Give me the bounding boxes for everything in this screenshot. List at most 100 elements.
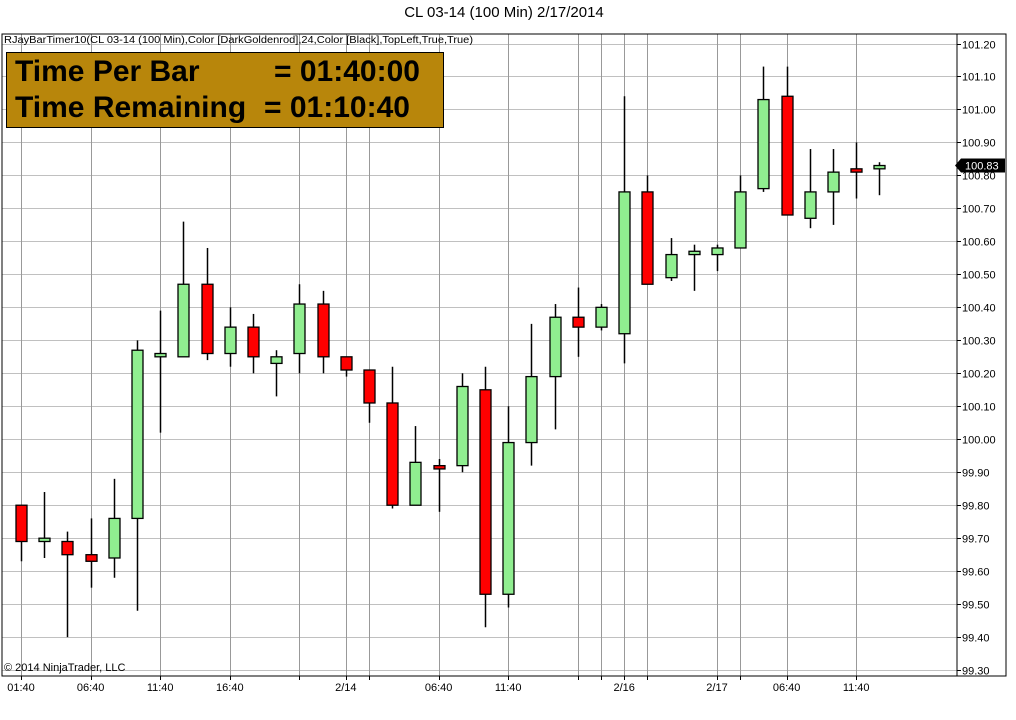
chart-window: CL 03-14 (100 Min) 2/17/2014 101.20 101.1… [0,0,1016,720]
candle-body-up [502,441,515,595]
candle-body-up [595,306,608,328]
time-tick-label: 11:40 [147,682,174,694]
candle[interactable] [201,247,214,361]
price-tick-label: 100.20 [962,369,996,381]
candle[interactable] [317,290,330,374]
candle[interactable] [363,369,376,423]
candle[interactable] [711,244,724,272]
candle-body-down [340,356,353,371]
candle-body-down [61,540,74,556]
candle-body-down [850,168,863,173]
candle-body-up [108,517,121,559]
price-tick-label: 99.90 [962,468,990,480]
candle-body-up [177,283,190,358]
candle-body-down [85,554,98,562]
candle[interactable] [386,366,399,509]
copyright-text: © 2014 NinjaTrader, LLC [4,662,125,674]
time-tick-label: 2/17 [706,682,727,694]
candle[interactable] [293,284,306,374]
price-tick-label: 99.30 [962,666,990,678]
candle[interactable] [873,162,886,196]
time-tick-label: 16:40 [216,682,244,694]
time-per-bar-label: Time Per Bar [15,55,200,88]
price-tick-label: 99.70 [962,534,990,546]
candle[interactable] [502,406,515,608]
candle[interactable] [456,373,469,473]
candle[interactable] [525,323,538,466]
time-tick-label: 06:40 [773,682,801,694]
candle-body-down [572,316,585,328]
price-tick-label: 100.30 [962,336,996,348]
price-tick-label: 99.80 [962,501,990,513]
price-tick-label: 100.40 [962,303,996,315]
candle[interactable] [61,531,74,638]
candle[interactable] [479,366,492,628]
candle-body-up [827,171,840,193]
candle[interactable] [734,175,747,249]
time-tick-label: 11:40 [843,682,870,694]
time-tick-label: 2/16 [613,682,634,694]
candle[interactable] [108,478,121,578]
price-axis[interactable]: 101.20101.10101.00100.90100.80100.70100.… [957,40,996,678]
candle[interactable] [224,307,237,367]
candle[interactable] [15,504,28,562]
candle-body-down [479,389,492,595]
candle-body-up [688,250,701,256]
candle[interactable] [757,66,770,192]
time-tick-label: 06:40 [77,682,105,694]
time-tick-label: 06:40 [425,682,453,694]
candle[interactable] [827,149,840,225]
candle[interactable] [618,96,631,364]
candle-body-up [270,356,283,365]
candle[interactable] [665,238,678,281]
time-remaining-row: Time Remaining = 01:10:40 [15,91,410,227]
current-price-marker: 100.83 [955,158,1005,173]
candle-body-up [734,191,747,249]
candle-body-up [804,191,817,219]
price-tick-label: 99.50 [962,600,990,612]
candle-body-up [154,352,167,358]
candle[interactable] [572,287,585,357]
candle[interactable] [641,175,654,285]
bar-timer-panel: Time Per Bar = 01:40:00 Time Remaining =… [6,52,444,128]
candle-body-down [201,283,214,355]
price-tick-label: 100.90 [962,138,996,150]
time-per-bar-value: = 01:40:00 [274,55,420,88]
time-tick-label: 01:40 [7,682,35,694]
candle-body-up [549,316,562,378]
candle[interactable] [850,142,863,199]
candle[interactable] [804,149,817,229]
time-tick-label: 2/14 [335,682,356,694]
candle[interactable] [247,313,260,374]
price-tick-label: 100.60 [962,237,996,249]
candle[interactable] [433,459,446,512]
time-tick-label: 11:40 [495,682,522,694]
candle-body-down [386,402,399,506]
candle-body-down [363,369,376,404]
time-remaining-label: Time Remaining [15,91,247,124]
candle[interactable] [549,304,562,430]
candle-body-down [317,303,330,358]
candle-body-up [711,247,724,256]
price-tick-label: 100.10 [962,402,996,414]
candle[interactable] [85,518,98,588]
candle[interactable] [38,492,51,558]
candle-body-down [641,191,654,285]
candle[interactable] [409,426,422,506]
candle[interactable] [595,304,608,331]
candle-body-up [293,303,306,355]
candle[interactable] [781,66,794,216]
indicator-label: RJayBarTimer10(CL 03-14 (100 Min),Color … [4,35,473,46]
candle-body-down [433,464,446,470]
time-axis[interactable]: 01:40 06:40 11:40 16:40 2/14 06:40 11:40 2/16 2/… [7,676,870,694]
candle-body-up [618,191,631,335]
candle[interactable] [688,244,701,291]
price-tick-label: 101.20 [962,40,996,52]
candle-body-up [409,461,422,506]
price-tick-label: 99.40 [962,633,990,645]
candle[interactable] [154,310,167,433]
candle-body-up [38,537,51,543]
candle[interactable] [131,340,144,611]
price-tick-label: 101.00 [962,105,996,117]
candle-body-down [247,326,260,358]
